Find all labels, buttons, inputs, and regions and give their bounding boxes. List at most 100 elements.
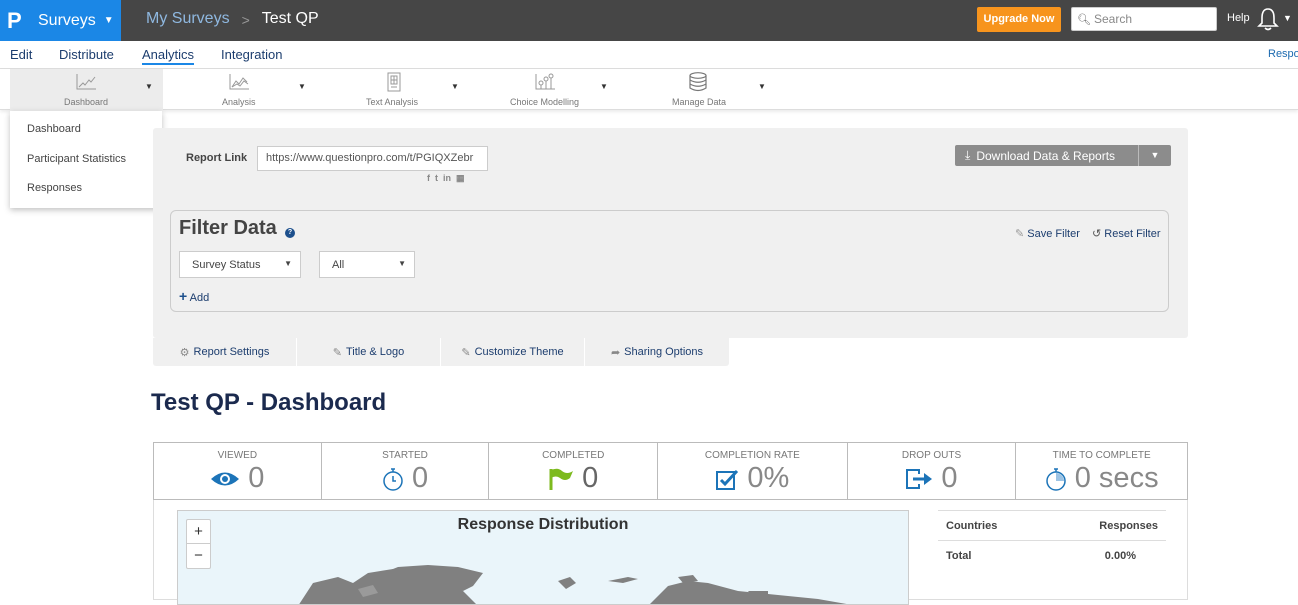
analytics-toolbar: Dashboard ▼ Analysis ▼ Text Analysis ▼ C… bbox=[0, 69, 1298, 110]
eye-icon bbox=[211, 472, 240, 485]
add-filter-label: Add bbox=[189, 292, 210, 304]
responses-link[interactable]: Respo bbox=[1268, 48, 1298, 60]
customize-theme-tab[interactable]: ✎ Customize Theme bbox=[441, 338, 585, 366]
table-row: Total 0.00% bbox=[938, 540, 1166, 570]
stat-value: 0 secs bbox=[1074, 462, 1159, 494]
help-link[interactable]: Help bbox=[1227, 12, 1250, 24]
stat-value: 0 bbox=[582, 462, 599, 494]
toolbar-dashboard[interactable]: Dashboard ▼ bbox=[10, 69, 163, 110]
row-responses: 0.00% bbox=[1104, 549, 1136, 562]
menu-item-responses[interactable]: Responses bbox=[27, 182, 82, 194]
filter-value-select[interactable]: All ▼ bbox=[319, 251, 415, 278]
menu-item-participant-statistics[interactable]: Participant Statistics bbox=[27, 153, 126, 165]
tab-edit[interactable]: Edit bbox=[10, 47, 32, 62]
report-link-label: Report Link bbox=[186, 152, 248, 164]
sharing-options-label: Sharing Options bbox=[624, 346, 704, 358]
title-logo-label: Title & Logo bbox=[345, 346, 405, 358]
questionpro-logo: P bbox=[7, 7, 22, 33]
reset-filter-label: Reset Filter bbox=[1104, 228, 1161, 240]
bell-icon[interactable] bbox=[1257, 7, 1279, 31]
download-options-chevron-down-icon[interactable]: ▼ bbox=[1138, 145, 1171, 166]
stat-completion-rate: COMPLETION RATE 0% bbox=[658, 443, 848, 499]
chevron-down-icon[interactable]: ▼ bbox=[600, 82, 608, 91]
stat-value: 0 bbox=[248, 462, 265, 494]
filter-value-value: All bbox=[332, 259, 345, 271]
save-filter-label: Save Filter bbox=[1027, 228, 1080, 240]
search-input[interactable] bbox=[1093, 12, 1214, 26]
title-logo-tab[interactable]: ✎ Title & Logo bbox=[297, 338, 441, 366]
stat-label: DROP OUTS bbox=[901, 450, 962, 461]
download-icon: ⤓ bbox=[965, 148, 971, 162]
sharing-options-tab[interactable]: ➦ Sharing Options bbox=[585, 338, 729, 366]
dashboard-dropdown-menu: Dashboard Participant Statistics Respons… bbox=[10, 111, 162, 208]
column-header-responses: Responses bbox=[1099, 519, 1158, 532]
report-settings-label: Report Settings bbox=[193, 346, 270, 358]
add-filter-button[interactable]: + Add bbox=[179, 288, 209, 304]
chevron-down-icon[interactable]: ▼ bbox=[451, 82, 459, 91]
toolbar-label: Dashboard bbox=[64, 97, 109, 107]
upgrade-now-button[interactable]: Upgrade Now bbox=[977, 7, 1061, 32]
tab-distribute[interactable]: Distribute bbox=[59, 47, 114, 62]
breadcrumb-separator: > bbox=[241, 12, 250, 28]
facebook-icon[interactable]: f bbox=[427, 173, 430, 184]
customize-theme-label: Customize Theme bbox=[474, 346, 564, 358]
chevron-down-icon[interactable]: ▼ bbox=[758, 82, 766, 91]
toolbar-analysis[interactable]: Analysis ▼ bbox=[163, 69, 313, 110]
gears-icon: ⚙ bbox=[179, 346, 190, 359]
filter-title: Filter Data bbox=[179, 217, 277, 239]
search-box[interactable]: 🔍︎ bbox=[1071, 7, 1217, 31]
chevron-down-icon[interactable]: ▼ bbox=[298, 82, 306, 91]
app-switcher[interactable]: P Surveys ▼ bbox=[0, 0, 121, 41]
toolbar-manage-data[interactable]: Manage Data ▼ bbox=[625, 69, 775, 110]
exit-icon bbox=[906, 468, 933, 489]
response-distribution-section: Response Distribution + − Countries Resp… bbox=[153, 500, 1188, 605]
twitter-icon[interactable]: t bbox=[435, 173, 438, 184]
chevron-down-icon[interactable]: ▼ bbox=[145, 82, 153, 91]
scatter-chart-icon bbox=[535, 73, 555, 90]
page-title: Test QP - Dashboard bbox=[151, 389, 387, 416]
toolbar-choice-modelling[interactable]: Choice Modelling ▼ bbox=[468, 69, 625, 110]
filter-field-value: Survey Status bbox=[192, 259, 261, 271]
stat-value: 0 bbox=[411, 462, 429, 494]
stopwatch-icon bbox=[383, 467, 403, 491]
notifications-chevron-down-icon[interactable]: ▼ bbox=[1283, 13, 1292, 23]
reset-filter-button[interactable]: ↺ Reset Filter bbox=[1092, 227, 1161, 240]
filter-field-select[interactable]: Survey Status ▼ bbox=[179, 251, 301, 278]
zoom-in-button[interactable]: + bbox=[187, 520, 210, 544]
qr-code-icon[interactable]: ▦ bbox=[456, 173, 465, 184]
breadcrumb-my-surveys[interactable]: My Surveys bbox=[146, 10, 230, 30]
breadcrumb: My Surveys > Test QP bbox=[146, 10, 319, 30]
stats-bar: VIEWED 0 STARTED 0 COMPLETED 0 COMPLETIO… bbox=[153, 442, 1188, 500]
toolbar-text-analysis[interactable]: Text Analysis ▼ bbox=[313, 69, 468, 110]
linkedin-icon[interactable]: in bbox=[443, 173, 451, 184]
help-icon[interactable]: ? bbox=[285, 228, 295, 238]
stat-viewed: VIEWED 0 bbox=[154, 443, 322, 499]
edit-icon: ✎ bbox=[461, 346, 471, 359]
tab-analytics[interactable]: Analytics bbox=[142, 47, 195, 65]
report-link-field[interactable]: https://www.questionpro.com/t/PGIQXZebr bbox=[257, 146, 488, 171]
response-distribution-map[interactable]: Response Distribution + − bbox=[177, 510, 909, 605]
report-settings-tab[interactable]: ⚙ Report Settings bbox=[153, 338, 297, 366]
stat-value: 0 bbox=[941, 462, 958, 494]
line-chart-icon bbox=[76, 74, 96, 90]
stat-started: STARTED 0 bbox=[322, 443, 490, 499]
share-icon: ➦ bbox=[610, 346, 621, 359]
area-chart-icon bbox=[229, 74, 249, 90]
stat-value: 0% bbox=[747, 462, 790, 494]
main-tabs: Edit Distribute Analytics Integration Re… bbox=[0, 41, 1298, 69]
download-data-reports-button[interactable]: ⤓ Download Data & Reports bbox=[955, 145, 1140, 166]
menu-item-dashboard[interactable]: Dashboard bbox=[27, 123, 81, 135]
toolbar-label: Text Analysis bbox=[366, 97, 419, 107]
stat-time-to-complete: TIME TO COMPLETE 0 secs bbox=[1016, 443, 1187, 499]
save-filter-button[interactable]: ✎ Save Filter bbox=[1015, 227, 1080, 240]
stat-label: COMPLETION RATE bbox=[704, 450, 800, 461]
stat-completed: COMPLETED 0 bbox=[489, 443, 659, 499]
zoom-out-button[interactable]: − bbox=[187, 544, 210, 568]
tab-integration[interactable]: Integration bbox=[221, 47, 282, 62]
countries-table: Countries Responses Total 0.00% bbox=[938, 510, 1166, 570]
checkbox-icon bbox=[716, 469, 739, 490]
chevron-down-icon: ▼ bbox=[103, 15, 114, 26]
document-grid-icon bbox=[387, 72, 401, 92]
app-name: Surveys bbox=[38, 11, 96, 29]
stat-drop-outs: DROP OUTS 0 bbox=[848, 443, 1017, 499]
